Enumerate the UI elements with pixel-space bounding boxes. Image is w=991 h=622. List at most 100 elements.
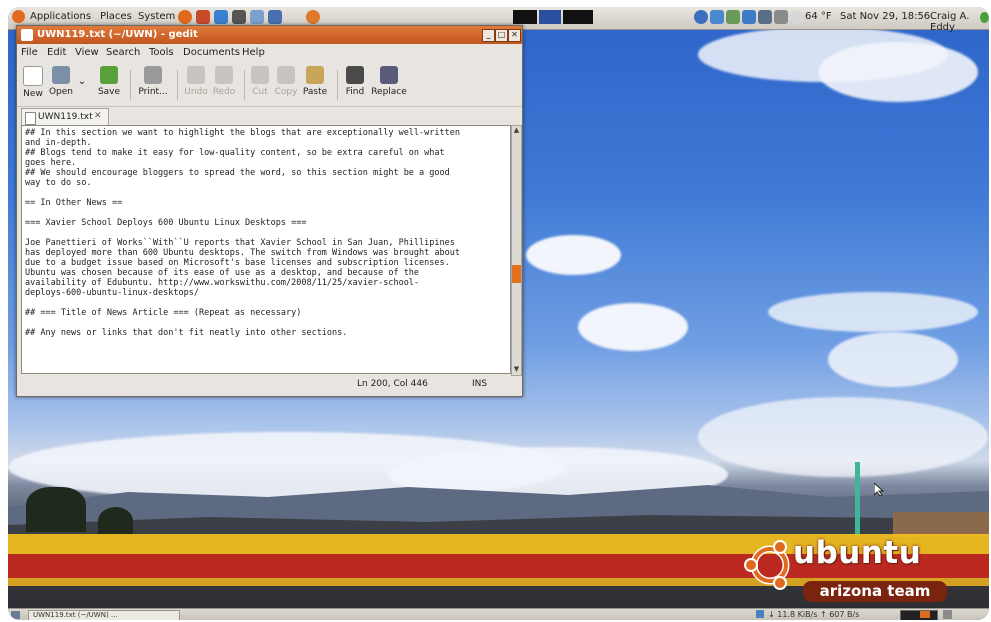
- desktop: ubuntu arizona team Applications Places …: [8, 7, 989, 620]
- menu-documents[interactable]: Documents: [183, 47, 240, 58]
- window-titlebar[interactable]: UWN119.txt (~/UWN) - gedit _ □ ✕: [17, 26, 522, 44]
- network-icon[interactable]: [694, 10, 708, 24]
- cut-label: Cut: [252, 87, 268, 97]
- window-title: UWN119.txt (~/UWN) - gedit: [37, 29, 198, 40]
- text-line: due to a budget issue based on Microsoft…: [25, 258, 450, 268]
- find-label: Find: [345, 87, 365, 97]
- scroll-up-icon[interactable]: ▲: [512, 126, 521, 135]
- text-line: ## Blogs tend to make it easy for low-qu…: [25, 148, 445, 158]
- print-label: Print...: [138, 87, 168, 97]
- tab-label: UWN119.txt: [38, 112, 93, 122]
- terminal-launcher-icon[interactable]: [232, 10, 246, 24]
- scroll-down-icon[interactable]: ▼: [512, 365, 521, 374]
- volume-icon[interactable]: [774, 10, 788, 24]
- open-recent-dropdown[interactable]: ⌄: [76, 76, 88, 87]
- toolbar-separator: [244, 70, 245, 100]
- undo-icon: [187, 66, 205, 84]
- weather-temperature[interactable]: 64 °F: [805, 11, 832, 22]
- redo-icon: [215, 66, 233, 84]
- menu-file[interactable]: File: [21, 47, 38, 58]
- replace-button[interactable]: Replace: [368, 66, 410, 97]
- taskbar-button-gedit[interactable]: UWN119.txt (~/UWN) ...: [28, 610, 180, 620]
- toolbar: New Open ⌄ Save Print... Undo Redo Cut C…: [17, 62, 522, 107]
- menu-view[interactable]: View: [75, 47, 99, 58]
- workspace-switcher-2[interactable]: [539, 10, 561, 24]
- ubuntu-circle-of-friends-icon: [744, 540, 790, 590]
- text-line: way to do so.: [25, 178, 92, 188]
- firefox-launcher-icon[interactable]: [178, 10, 192, 24]
- toolbar-separator: [177, 70, 178, 100]
- undo-button[interactable]: Undo: [182, 66, 210, 97]
- text-line: ## We should encourage bloggers to sprea…: [25, 168, 450, 178]
- mouse-pointer-icon: [874, 483, 884, 497]
- find-button[interactable]: Find: [342, 66, 368, 97]
- new-label: New: [23, 89, 43, 99]
- copy-icon: [277, 66, 295, 84]
- cloud: [698, 397, 988, 477]
- system-menu[interactable]: System: [138, 11, 175, 22]
- menubar: File Edit View Search Tools Documents He…: [17, 45, 522, 61]
- launcher-icon[interactable]: [196, 10, 210, 24]
- text-line: has deployed more than 600 Ubuntu deskto…: [25, 248, 460, 258]
- ubuntu-menu-icon[interactable]: [12, 10, 25, 23]
- open-button[interactable]: Open: [46, 66, 76, 97]
- tray-icon[interactable]: [758, 10, 772, 24]
- menu-help[interactable]: Help: [242, 47, 265, 58]
- launcher-icon[interactable]: [306, 10, 320, 24]
- cloud: [818, 42, 978, 102]
- ubuntu-logo-text: ubuntu: [793, 535, 922, 571]
- text-editor[interactable]: ## In this section we want to highlight …: [21, 125, 511, 374]
- tree: [98, 507, 133, 535]
- active-workspace[interactable]: [920, 611, 930, 618]
- new-button[interactable]: New: [20, 66, 46, 99]
- show-desktop-icon[interactable]: [11, 611, 20, 619]
- scrollbar-thumb[interactable]: [512, 265, 521, 283]
- text-line: and in-depth.: [25, 138, 92, 148]
- cloud: [828, 332, 958, 387]
- minimize-button[interactable]: _: [482, 29, 495, 42]
- gedit-app-icon[interactable]: [21, 29, 33, 41]
- launcher-icon[interactable]: [250, 10, 264, 24]
- tray-icon[interactable]: [726, 10, 740, 24]
- save-icon: [100, 66, 118, 84]
- workspace-switcher-3[interactable]: [563, 10, 593, 24]
- places-menu[interactable]: Places: [100, 11, 132, 22]
- cut-button[interactable]: Cut: [248, 66, 272, 97]
- new-document-icon: [23, 66, 43, 86]
- clock[interactable]: Sat Nov 29, 18:56: [840, 11, 930, 22]
- print-button[interactable]: Print...: [135, 66, 171, 97]
- open-folder-icon: [52, 66, 70, 84]
- save-button[interactable]: Save: [94, 66, 124, 97]
- bluetooth-icon[interactable]: [742, 10, 756, 24]
- applications-menu[interactable]: Applications: [30, 11, 91, 22]
- redo-button[interactable]: Redo: [210, 66, 238, 97]
- text-line: === Xavier School Deploys 600 Ubuntu Lin…: [25, 218, 307, 228]
- menu-search[interactable]: Search: [106, 47, 140, 58]
- copy-label: Copy: [274, 87, 298, 97]
- trash-icon[interactable]: [943, 610, 952, 619]
- logo-subtitle: arizona team: [803, 581, 947, 602]
- text-line: goes here.: [25, 158, 77, 168]
- cloud: [526, 235, 621, 275]
- menu-edit[interactable]: Edit: [47, 47, 66, 58]
- launcher-icon[interactable]: [268, 10, 282, 24]
- document-tab[interactable]: UWN119.txt ✕: [21, 108, 109, 126]
- text-line: deploys-600-ubuntu-linux-desktops/: [25, 288, 199, 298]
- open-label: Open: [48, 87, 74, 97]
- text-line: Ubuntu was chosen because of its ease of…: [25, 268, 420, 278]
- binoculars-icon: [346, 66, 364, 84]
- maximize-button[interactable]: □: [495, 29, 508, 42]
- status-icon[interactable]: [980, 12, 989, 23]
- weather-icon[interactable]: [790, 10, 804, 24]
- close-button[interactable]: ✕: [508, 29, 521, 42]
- tab-close-icon[interactable]: ✕: [94, 111, 102, 121]
- workspace-switcher-1[interactable]: [513, 10, 537, 24]
- copy-button[interactable]: Copy: [272, 66, 300, 97]
- paste-button[interactable]: Paste: [300, 66, 330, 97]
- text-line: ## In this section we want to highlight …: [25, 128, 460, 138]
- launcher-icon[interactable]: [214, 10, 228, 24]
- workspace-switcher[interactable]: [900, 610, 938, 620]
- menu-tools[interactable]: Tools: [149, 47, 174, 58]
- tray-icon[interactable]: [710, 10, 724, 24]
- vertical-scrollbar[interactable]: ▲ ▼: [511, 125, 522, 376]
